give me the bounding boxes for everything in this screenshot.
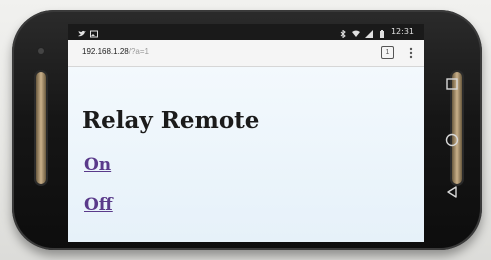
status-system: 12:31 [339, 24, 414, 40]
wifi-icon [351, 28, 360, 37]
home-icon[interactable] [442, 130, 462, 150]
photo-background: 12:31 192.168.1.28/?a=1 1 Relay Remote O… [0, 0, 491, 260]
page-title: Relay Remote [82, 107, 260, 134]
back-icon[interactable] [442, 182, 462, 202]
signal-icon [364, 28, 373, 38]
web-page: Relay Remote On Off [68, 67, 424, 242]
recents-icon[interactable] [442, 74, 462, 94]
status-notifications [78, 24, 98, 40]
front-camera [38, 48, 44, 54]
overflow-menu-icon[interactable] [408, 45, 414, 59]
twitter-icon [78, 28, 86, 37]
url-host: 192.168.1.28 [82, 47, 129, 56]
url-path: /?a=1 [128, 47, 149, 56]
tab-switcher-button[interactable]: 1 [381, 46, 394, 59]
address-bar[interactable]: 192.168.1.28/?a=1 [82, 47, 149, 56]
battery-icon [378, 28, 386, 38]
phone-screen: 12:31 192.168.1.28/?a=1 1 Relay Remote O… [68, 24, 424, 242]
relay-on-link[interactable]: On [84, 155, 111, 175]
status-bar: 12:31 [68, 24, 424, 40]
gallery-icon [90, 28, 98, 38]
navigation-bar [432, 64, 472, 214]
browser-toolbar: 192.168.1.28/?a=1 1 [68, 40, 424, 67]
bluetooth-icon [339, 28, 347, 39]
status-time: 12:31 [390, 27, 414, 36]
phone-body: 12:31 192.168.1.28/?a=1 1 Relay Remote O… [12, 10, 482, 250]
relay-off-link[interactable]: Off [84, 195, 113, 215]
front-speaker-left [36, 72, 46, 184]
